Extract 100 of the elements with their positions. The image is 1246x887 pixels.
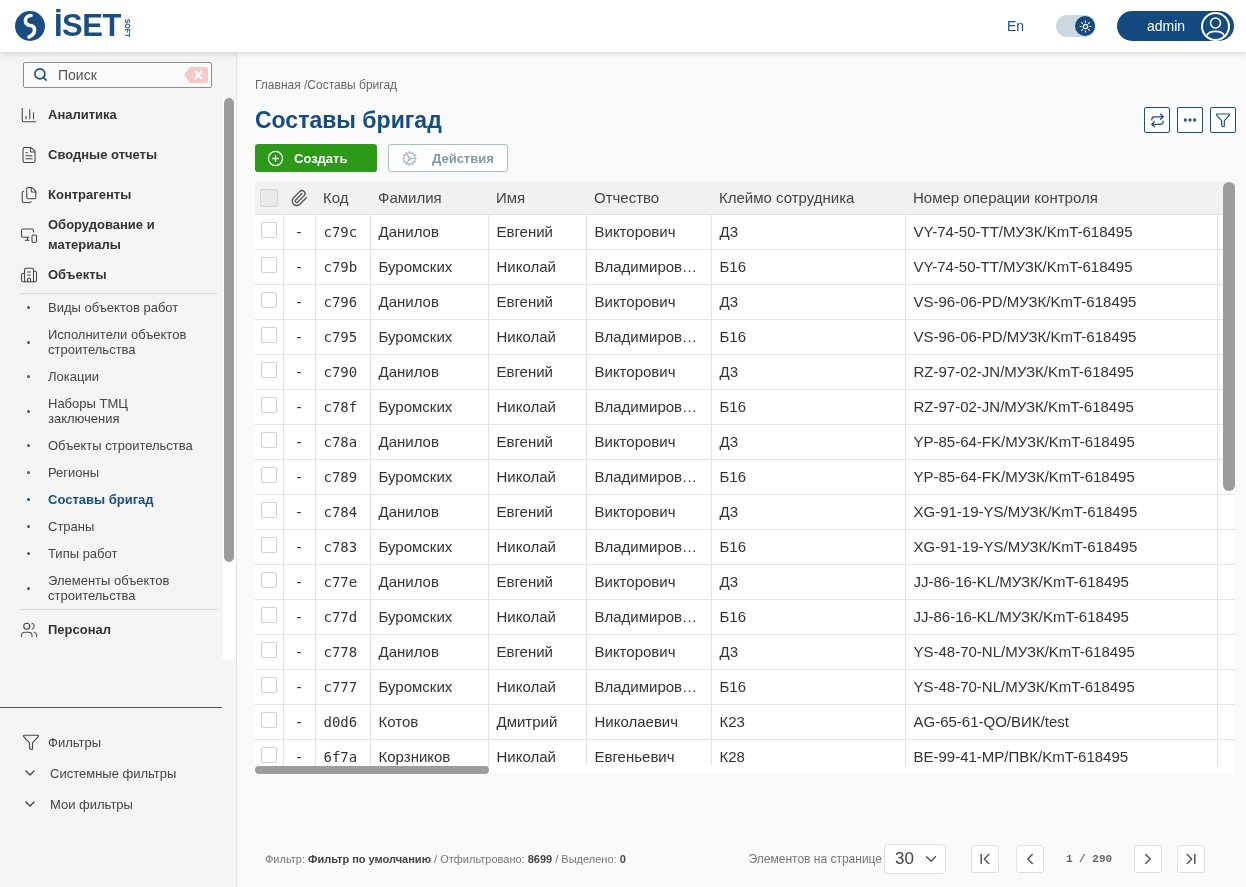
row-checkbox[interactable] <box>260 501 277 518</box>
more-button[interactable] <box>1177 107 1203 133</box>
table-cell: c777 <box>315 669 370 704</box>
refresh-button[interactable] <box>1144 107 1170 133</box>
column-header[interactable]: Отчество <box>586 182 711 214</box>
table-cell: Буромских <box>370 389 488 424</box>
page-size-select[interactable]: 30 <box>884 844 946 874</box>
column-header[interactable]: Код <box>315 182 370 214</box>
table-cell: Б16 <box>711 389 905 424</box>
select-all-checkbox[interactable] <box>260 189 278 208</box>
table-cell: XG-91-19-YS/МУЗК/KmT-618495 <box>905 529 1217 564</box>
table-cell: c789 <box>315 459 370 494</box>
column-header[interactable]: Имя <box>488 182 586 214</box>
table-cell: Д3 <box>711 284 905 319</box>
table-cell: Николай <box>488 319 586 354</box>
table-cell: Буромских <box>370 249 488 284</box>
row-checkbox[interactable] <box>260 571 277 588</box>
document-icon <box>20 146 38 164</box>
column-header[interactable]: Клеймо сотрудника <box>711 182 905 214</box>
nav-subitem[interactable]: Элементы объектов строительства <box>20 567 218 609</box>
row-checkbox[interactable] <box>260 746 277 763</box>
nav-item[interactable]: Персонал <box>20 610 218 650</box>
table-cell: YS-48-70-NL/МУЗК/KmT-618495 <box>905 669 1217 704</box>
table-cell: Д3 <box>711 214 905 249</box>
next-page-button[interactable] <box>1134 845 1162 873</box>
row-checkbox[interactable] <box>260 676 277 693</box>
bullet-icon <box>27 552 30 555</box>
previous-page-button[interactable] <box>1016 845 1044 873</box>
nav-subitem[interactable]: Локации <box>20 363 218 390</box>
table-cell: Данилов <box>370 354 488 389</box>
nav-subitem[interactable]: Регионы <box>20 459 218 486</box>
table-cell: Дмитрий <box>488 704 586 739</box>
table-cell: Котов <box>370 704 488 739</box>
bullet-icon <box>27 306 30 309</box>
row-checkbox[interactable] <box>260 536 277 553</box>
nav-item[interactable]: Контрагенты <box>20 175 218 215</box>
row-checkbox[interactable] <box>260 466 277 483</box>
nav-subitem[interactable]: Составы бригад <box>20 486 218 513</box>
row-checkbox[interactable] <box>260 396 277 413</box>
table-cell: VY-74-50-TT/МУЗК/KmT-618495 <box>905 214 1217 249</box>
table-cell: YP-85-64-FK/МУЗК/KmT-618495 <box>905 459 1217 494</box>
row-checkbox[interactable] <box>260 361 277 378</box>
table-cell: c795 <box>315 319 370 354</box>
search-field[interactable]: Поиск <box>23 62 212 88</box>
scrollbar-thumb[interactable] <box>255 766 489 774</box>
table-cell: JJ-86-16-KL/МУЗК/KmT-618495 <box>905 564 1217 599</box>
row-checkbox[interactable] <box>260 326 277 343</box>
nav-subitem[interactable]: Наборы ТМЦ заключения <box>20 390 218 432</box>
column-header[interactable]: Номер операции контроля <box>905 182 1217 214</box>
bullet-icon <box>27 498 30 501</box>
user-menu-button[interactable]: admin <box>1117 11 1234 41</box>
table-cell: Б16 <box>711 459 905 494</box>
table-cell: Николай <box>488 389 586 424</box>
page-indicator: 1 / 290 <box>1064 853 1114 865</box>
row-checkbox[interactable] <box>260 431 277 448</box>
paperclip-icon <box>290 189 308 208</box>
filter-button[interactable] <box>1210 107 1236 133</box>
theme-toggle[interactable] <box>1056 15 1096 37</box>
table-cell: Евгений <box>488 564 586 599</box>
nav-item[interactable]: Объекты <box>20 255 218 295</box>
table-cell: Д3 <box>711 424 905 459</box>
table-cell: BE-99-41-MP/ПВК/KmT-618495 <box>905 739 1217 766</box>
last-page-button[interactable] <box>1177 845 1205 873</box>
table-cell: d0d6 <box>315 704 370 739</box>
table-cell: К23 <box>711 704 905 739</box>
row-checkbox[interactable] <box>260 711 277 728</box>
nav-item[interactable]: Сводные отчеты <box>20 135 218 175</box>
nav-item[interactable]: Оборудование и материалы <box>20 215 218 255</box>
language-switch[interactable]: En <box>1006 18 1024 34</box>
first-page-button[interactable] <box>971 845 999 873</box>
table-cell: Владимиров… <box>586 249 711 284</box>
buildings-icon <box>20 266 38 284</box>
nav-subitem[interactable]: Страны <box>20 513 218 540</box>
nav-subitem[interactable]: Типы работ <box>20 540 218 567</box>
table-cell: c790 <box>315 354 370 389</box>
row-checkbox[interactable] <box>260 291 277 308</box>
table-cell: Викторович <box>586 354 711 389</box>
table-cell: Д3 <box>711 564 905 599</box>
create-button[interactable]: Создать <box>255 144 377 172</box>
scrollbar-thumb[interactable] <box>1223 182 1235 491</box>
table-cell: Буромских <box>370 529 488 564</box>
devices-icon <box>20 226 38 244</box>
clear-icon[interactable] <box>184 67 208 83</box>
table-cell: c796 <box>315 284 370 319</box>
cog-icon <box>401 149 418 167</box>
row-checkbox[interactable] <box>260 606 277 623</box>
row-checkbox[interactable] <box>260 256 277 273</box>
nav-subitem[interactable]: Объекты строительства <box>20 432 218 459</box>
row-checkbox[interactable] <box>260 221 277 238</box>
nav-subitem[interactable]: Исполнители объектов строительства <box>20 321 218 363</box>
nav-item[interactable]: Аналитика <box>20 98 218 135</box>
scrollbar-thumb[interactable] <box>224 98 234 562</box>
row-checkbox[interactable] <box>260 641 277 658</box>
filter-group[interactable]: Мои фильтры <box>0 791 222 817</box>
column-header[interactable]: Фамилия <box>370 182 488 214</box>
table-cell: Данилов <box>370 634 488 669</box>
table-cell: Викторович <box>586 284 711 319</box>
filter-group[interactable]: Системные фильтры <box>0 760 222 786</box>
nav-subitem[interactable]: Виды объектов работ <box>20 294 218 321</box>
logo-text: İSET <box>54 10 121 42</box>
